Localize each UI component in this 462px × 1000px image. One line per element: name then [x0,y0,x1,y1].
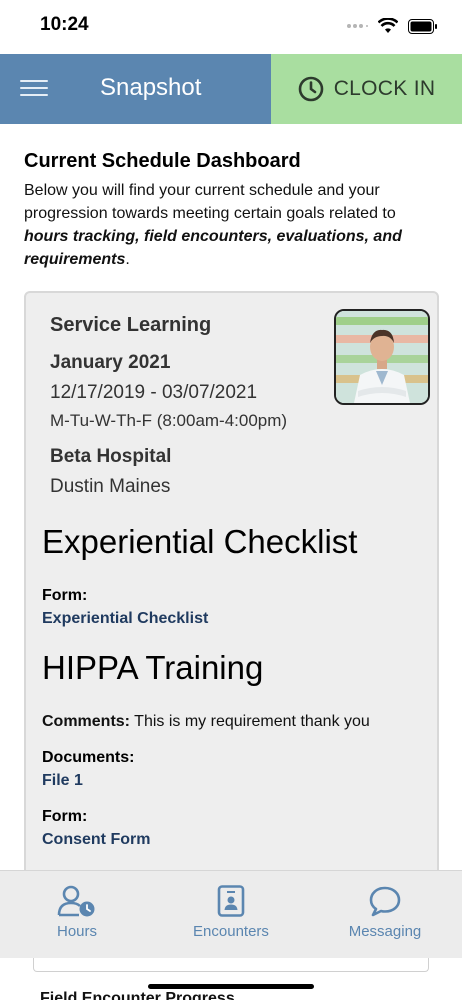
tab-encounters-label: Encounters [193,923,269,940]
tab-bar: Hours Encounters Messaging [0,870,462,958]
consent-form-link[interactable]: Consent Form [42,831,150,849]
rotation-hours: M-Tu-W-Th-F (8:00am-4:00pm) [50,411,288,430]
tab-messaging-label: Messaging [348,923,422,940]
chat-bubble-icon [369,886,401,917]
battery-icon [408,18,437,34]
rotation-dates: 12/17/2019 - 03/07/2021 [50,382,258,403]
comments-value: This is my requirement thank you [130,713,370,730]
schedule-card: Service Learning January 2021 12/17/2019… [24,291,439,911]
field-encounter-progress-title: Field Encounter Progress [40,990,235,1000]
description-emphasis: hours tracking, field encounters, evalua… [24,228,402,268]
description-end: . [125,251,130,268]
experiential-form-link[interactable]: Experiential Checklist [42,610,208,628]
next-card-edge [33,958,429,972]
tab-hours[interactable]: Hours [0,871,154,958]
badge-icon [217,885,245,917]
header-bar: Snapshot [0,54,271,124]
tab-messaging[interactable]: Messaging [308,871,462,958]
comments-label: Comments: [42,713,131,730]
dashboard-description: Below you will find your current schedul… [24,179,440,271]
rotation-title: Service Learning [50,314,212,336]
dashboard-title: Current Schedule Dashboard [24,150,301,172]
clock-in-button[interactable]: CLOCK IN [271,54,462,124]
preceptor-photo [334,309,430,405]
status-icons [346,16,438,36]
documents-label: Documents: [42,749,135,766]
signal-icon [347,24,368,28]
rotation-site: Beta Hospital [50,446,172,467]
dashboard-intro: Current Schedule Dashboard Below you wil… [24,150,440,271]
preceptor-name: Dustin Maines [50,476,171,497]
tab-encounters[interactable]: Encounters [154,871,308,958]
clock-in-label: CLOCK IN [333,77,436,100]
clock-icon [298,76,324,102]
hamburger-menu-icon[interactable] [20,77,48,99]
wifi-icon [378,18,398,33]
tab-hours-label: Hours [56,923,97,940]
app-header: Snapshot CLOCK IN [0,54,462,124]
document-link[interactable]: File 1 [42,772,83,790]
rotation-month: January 2021 [50,352,171,373]
hippa-heading: HIPPA Training [42,649,264,686]
user-clock-icon [57,885,95,917]
page-title: Snapshot [100,74,202,101]
home-indicator[interactable] [148,984,314,989]
description-text: Below you will find your current schedul… [24,182,396,222]
experiential-heading: Experiential Checklist [42,523,358,560]
experiential-form-label: Form: [42,587,88,604]
status-bar: 10:24 [0,0,462,54]
status-time: 10:24 [40,14,89,35]
hippa-comments: Comments: This is my requirement thank y… [42,713,370,731]
hippa-form-label: Form: [42,808,88,825]
